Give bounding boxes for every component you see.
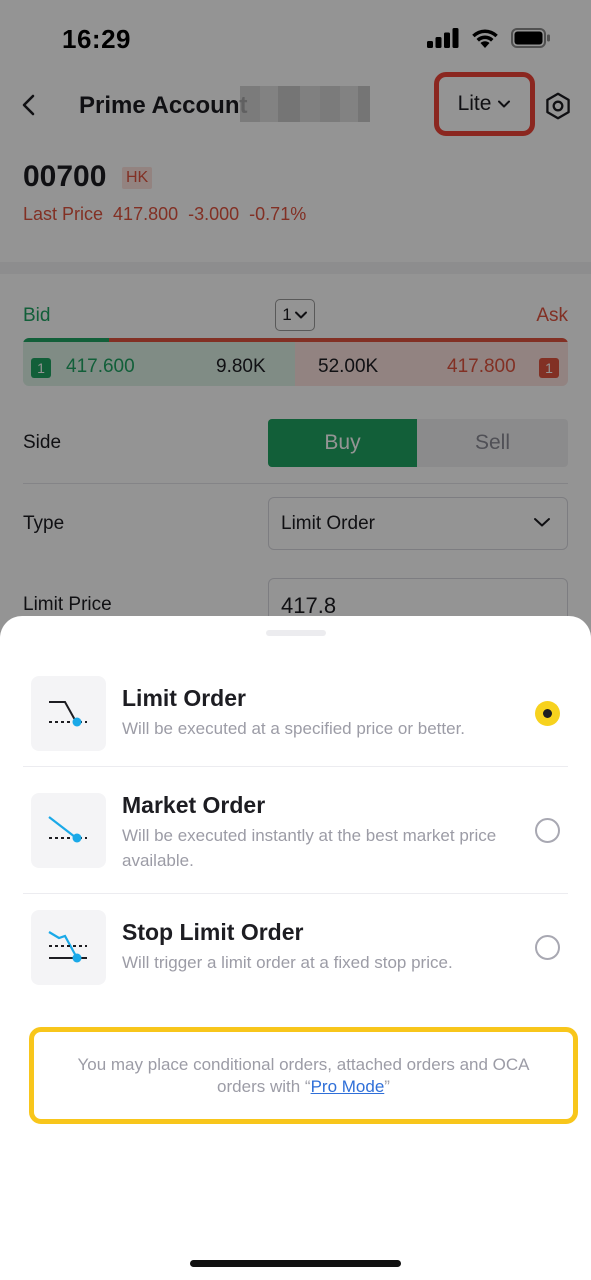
- pro-mode-note-text: You may place conditional orders, attach…: [54, 1054, 554, 1098]
- option-divider: [23, 893, 568, 894]
- sheet-grabber[interactable]: [266, 630, 326, 636]
- option-description: Will be executed at a specified price or…: [122, 719, 466, 738]
- home-indicator[interactable]: [190, 1260, 401, 1267]
- pro-note-prefix: You may place conditional orders, attach…: [77, 1054, 530, 1096]
- option-title: Limit Order: [122, 685, 246, 711]
- pro-note-suffix: ”: [384, 1076, 390, 1096]
- option-title: Market Order: [122, 792, 266, 818]
- option-description: Will be executed instantly at the best m…: [122, 826, 497, 870]
- option-stop-limit-order[interactable]: Stop Limit Order Will trigger a limit or…: [23, 900, 568, 1000]
- radio-selected[interactable]: [535, 701, 560, 726]
- pro-mode-note: You may place conditional orders, attach…: [29, 1027, 578, 1124]
- market-order-icon: [31, 793, 106, 868]
- option-market-order[interactable]: Market Order Will be executed instantly …: [23, 783, 568, 893]
- limit-order-icon: [31, 676, 106, 751]
- radio-unselected[interactable]: [535, 935, 560, 960]
- option-divider: [23, 766, 568, 767]
- option-description: Will trigger a limit order at a fixed st…: [122, 953, 453, 972]
- radio-unselected[interactable]: [535, 818, 560, 843]
- option-limit-order[interactable]: Limit Order Will be executed at a specif…: [23, 666, 568, 766]
- option-title: Stop Limit Order: [122, 919, 304, 945]
- order-type-sheet: Limit Order Will be executed at a specif…: [0, 616, 591, 1280]
- stop-limit-order-icon: [31, 910, 106, 985]
- pro-mode-link[interactable]: Pro Mode: [311, 1077, 385, 1096]
